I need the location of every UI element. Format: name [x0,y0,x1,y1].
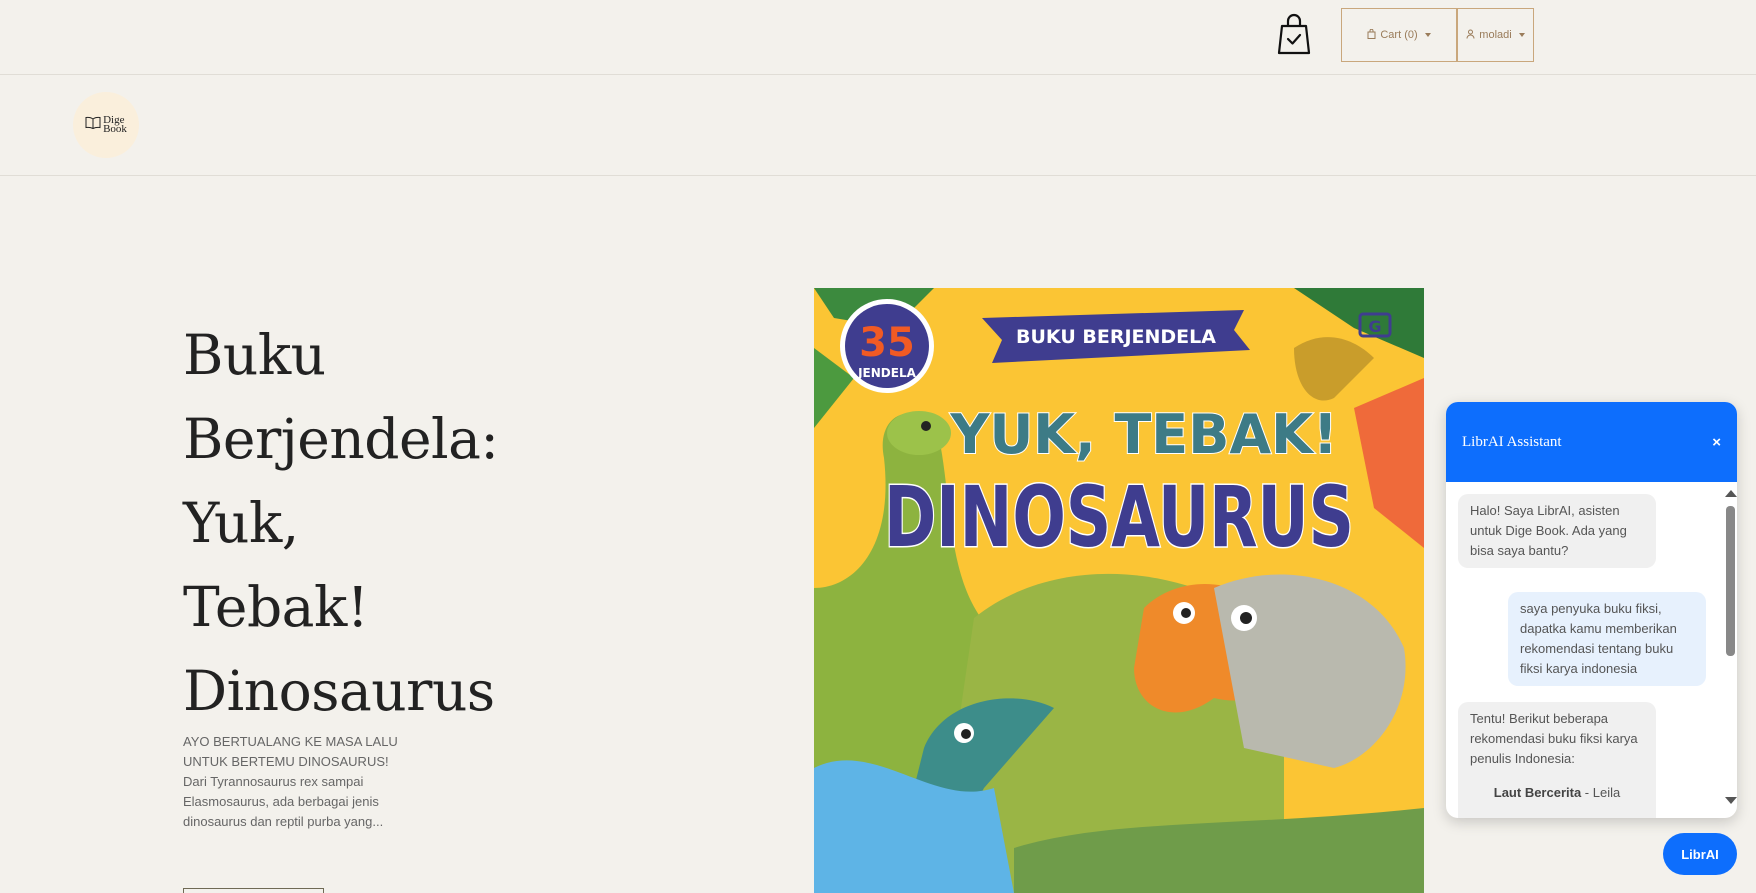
title-line: Tebak! [183,575,369,639]
title-line: Dinosaurus [183,659,495,723]
title-line: Yuk, [183,491,299,555]
logo-line-2: Book [103,123,127,135]
book-detail-button[interactable] [183,888,324,893]
cart-dropdown-button[interactable]: Cart (0) [1341,8,1457,62]
bag-icon [1367,28,1376,42]
user-icon [1466,29,1475,42]
chat-header: LibrAI Assistant × [1446,402,1737,482]
book-title: Buku Berjendela: Yuk, Tebak! Dinosaurus [183,313,523,733]
chat-widget: LibrAI Assistant × Halo! Saya LibrAI, as… [1446,402,1737,818]
recommended-book-author: - Leila [1581,785,1621,800]
cover-title-line-1: YUK, TEBAK! [949,403,1337,466]
scroll-thumb[interactable] [1726,506,1735,656]
site-header: Dige Book [0,75,1756,176]
chat-scrollbar[interactable] [1723,482,1737,818]
chat-title: LibrAI Assistant [1462,433,1562,450]
publisher-mark: G [1368,317,1381,336]
username-label: moladi [1479,29,1512,41]
close-icon[interactable]: × [1712,434,1721,451]
chevron-down-icon [1424,33,1431,37]
scroll-up-arrow-icon[interactable] [1725,490,1737,497]
site-logo[interactable]: Dige Book [73,92,139,158]
bot-message: Halo! Saya LibrAI, asisten untuk Dige Bo… [1458,494,1656,568]
bot-message: Tentu! Berikut beberapa rekomendasi buku… [1458,702,1656,818]
book-recommendation: Laut Bercerita - Leila [1470,783,1644,803]
cover-title-line-2: DINOSAURUS [884,468,1354,566]
cover-series: BUKU BERJENDELA [1016,326,1216,348]
badge-number: 35 [859,320,915,366]
top-navbar: Cart (0) moladi [0,0,1756,75]
shopping-bag-check-icon[interactable] [1275,12,1313,56]
open-book-icon [85,116,101,134]
bot-message-text: Tentu! Berikut beberapa rekomendasi buku… [1470,711,1638,766]
chat-launcher-button[interactable]: LibrAI [1663,833,1737,875]
book-cover-image: 35 JENDELA BUKU BERJENDELA G YUK, TEBAK!… [814,288,1424,893]
title-line: Berjendela: [183,407,499,471]
book-description: AYO BERTUALANG KE MASA LALU UNTUK BERTEM… [183,734,398,829]
scroll-down-arrow-icon[interactable] [1725,797,1737,804]
chevron-down-icon [1518,33,1525,37]
recommended-book-title: Laut Bercerita [1493,785,1582,800]
user-dropdown-button[interactable]: moladi [1457,8,1534,62]
logo-text: Dige Book [103,115,127,135]
title-line: Buku [183,323,326,387]
chat-messages[interactable]: Halo! Saya LibrAI, asisten untuk Dige Bo… [1446,482,1737,818]
badge-label: JENDELA [857,366,917,380]
user-message: saya penyuka buku fiksi, dapatka kamu me… [1508,592,1706,686]
cart-label: Cart (0) [1380,29,1418,41]
